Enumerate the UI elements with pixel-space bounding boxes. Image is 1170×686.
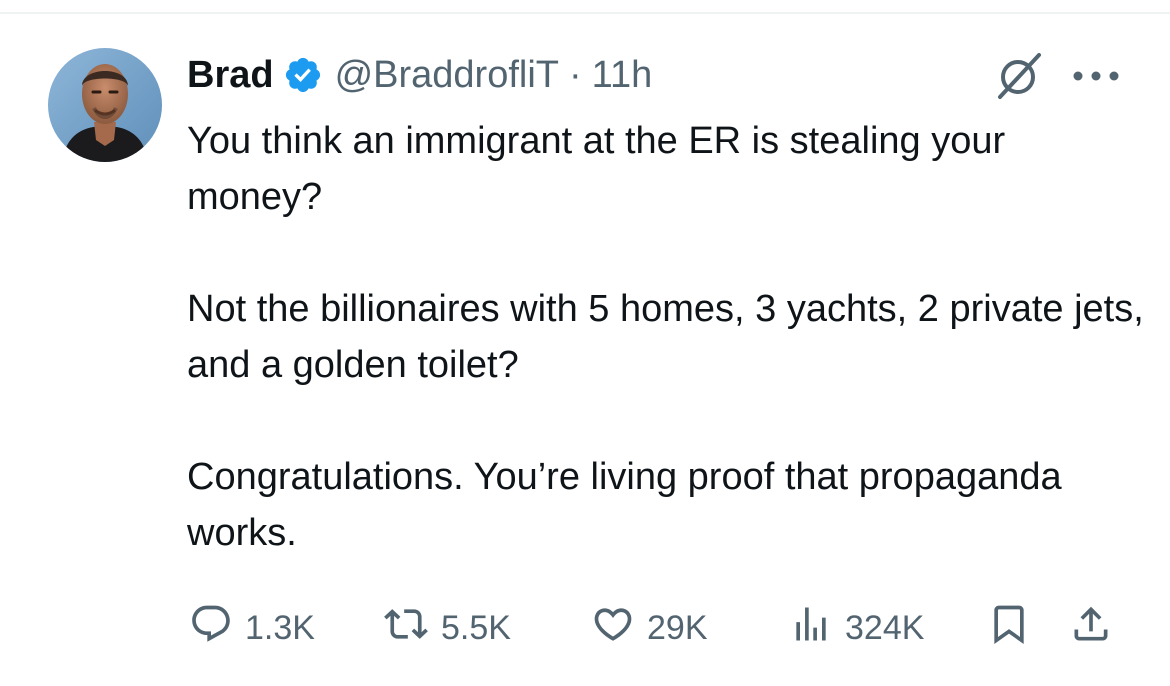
reply-count: 1.3K — [245, 608, 315, 647]
avatar[interactable] — [48, 48, 162, 162]
action-bar: 1.3K 5.5K 29K 324K — [187, 603, 1127, 653]
like-count: 29K — [647, 608, 708, 647]
bookmark-icon — [987, 602, 1031, 655]
avatar-image — [48, 48, 162, 162]
author-handle[interactable]: @BraddrofliT — [335, 54, 559, 97]
grok-icon[interactable] — [992, 50, 1046, 100]
author-name[interactable]: Brad — [187, 54, 274, 97]
tweet-header: Brad @BraddrofliT · 11h — [187, 50, 652, 100]
reply-button[interactable]: 1.3K — [189, 603, 315, 653]
verified-badge-icon — [283, 55, 323, 95]
bookmark-button[interactable] — [987, 603, 1031, 653]
reply-icon — [189, 602, 233, 655]
repost-icon — [383, 602, 429, 655]
share-icon — [1069, 602, 1113, 655]
tweet-text: You think an immigrant at the ER is stea… — [187, 113, 1147, 561]
heart-icon — [591, 602, 635, 655]
views-icon — [789, 602, 833, 655]
more-options-icon[interactable] — [1070, 56, 1122, 96]
tweet-paragraph-3: Congratulations. You’re living proof tha… — [187, 456, 1062, 554]
tweet[interactable]: Brad @BraddrofliT · 11h You think an imm… — [0, 0, 1170, 686]
repost-button[interactable]: 5.5K — [383, 603, 511, 653]
separator-dot: · — [569, 53, 582, 96]
repost-count: 5.5K — [441, 608, 511, 647]
views-count: 324K — [845, 608, 925, 647]
like-button[interactable]: 29K — [591, 603, 708, 653]
tweet-paragraph-2: Not the billionaires with 5 homes, 3 yac… — [187, 288, 1144, 386]
views-button[interactable]: 324K — [789, 603, 924, 653]
post-timestamp[interactable]: 11h — [592, 54, 653, 97]
tweet-paragraph-1: You think an immigrant at the ER is stea… — [187, 120, 1006, 218]
share-button[interactable] — [1069, 603, 1113, 653]
